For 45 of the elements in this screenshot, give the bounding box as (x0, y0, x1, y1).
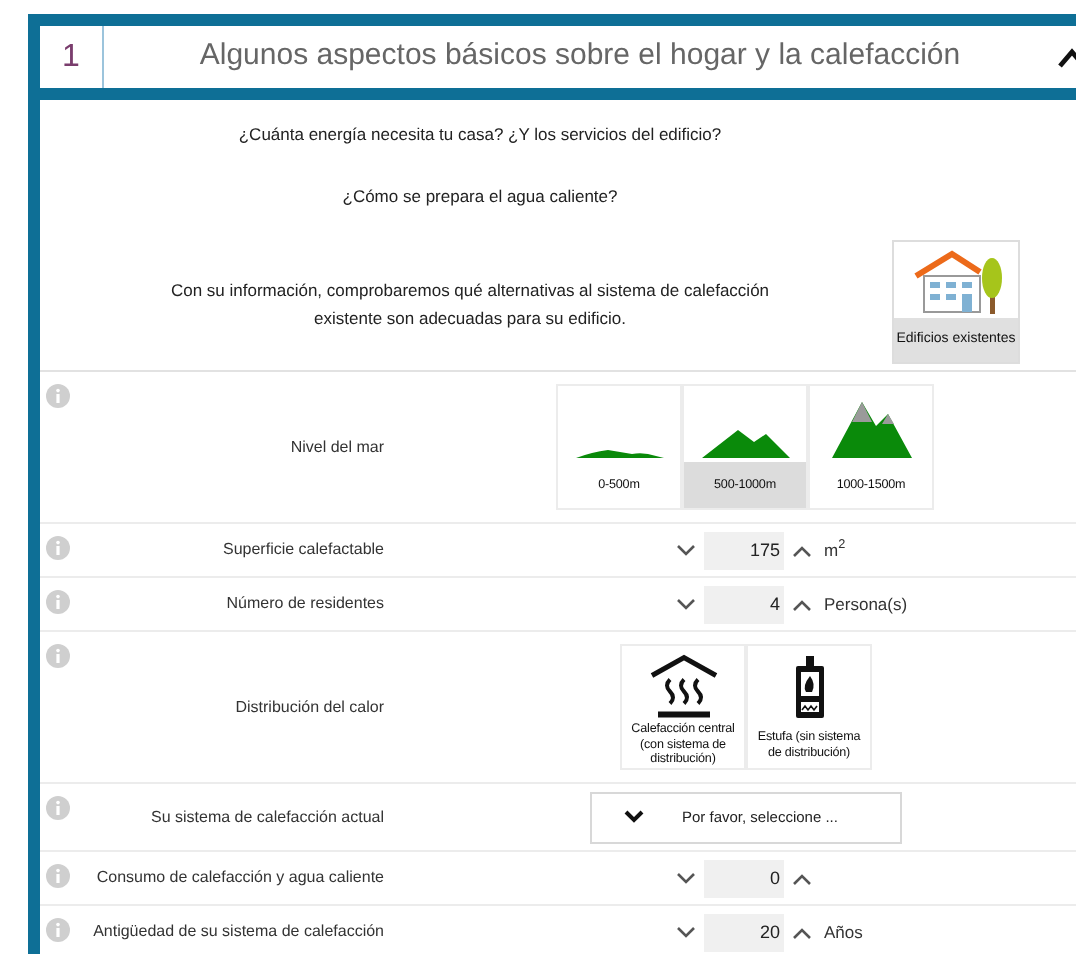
number-field[interactable]: 0 (704, 859, 784, 897)
field-label: Antigüedad de su sistema de calefacción (91, 920, 384, 944)
mountains-icon (831, 402, 911, 458)
field-label: Número de residentes (224, 592, 384, 616)
unit-label: Años (824, 919, 863, 945)
field-label: Superficie calefactable (221, 538, 384, 562)
question-text: ¿Cómo se prepara el agua caliente? (340, 184, 620, 210)
stove-icon (795, 656, 823, 718)
chevron-up-icon (792, 871, 812, 885)
chevron-up-icon (792, 543, 812, 557)
decrease-button[interactable] (676, 922, 696, 942)
unit-label: Persona(s) (824, 591, 908, 617)
decrease-button[interactable] (676, 594, 696, 614)
decrease-button[interactable] (676, 540, 696, 560)
info-icon (46, 644, 70, 668)
radiant-heat-icon (649, 654, 717, 718)
info-icon (46, 796, 70, 820)
field-label: Consumo de calefacción y agua caliente (94, 866, 384, 890)
info-icon (46, 864, 70, 888)
chevron-down-icon (676, 871, 696, 885)
chevron-down-icon (676, 597, 696, 611)
hills-icon (575, 448, 663, 458)
info-icon (46, 384, 70, 408)
section-title: Algunos aspectos básicos sobre el hogar y la calefacción (197, 36, 963, 77)
info-text: Con su información, comprobaremos qué alternativas al sistema de calefacción existente son adecuadas para su edificio. (168, 278, 772, 332)
chevron-down-icon (624, 810, 644, 824)
unit-label: m$^{2}$ (824, 537, 846, 563)
decrease-button[interactable] (676, 868, 696, 888)
hills-icon (701, 430, 789, 458)
question-text: ¿Cuánta energía necesita tu casa? ¿Y los servicios del edificio? (236, 122, 724, 148)
number-field[interactable]: 20 (704, 913, 784, 951)
info-icon (46, 536, 70, 560)
field-label: Nivel del mar (288, 435, 384, 459)
chevron-down-icon (676, 925, 696, 939)
section-number: 1 (40, 26, 104, 88)
number-field[interactable]: 4 (704, 585, 784, 623)
house-icon (908, 248, 1004, 316)
number-field[interactable]: 175 (704, 531, 784, 569)
info-icon (46, 590, 70, 614)
info-icon (46, 918, 70, 942)
field-label: Distribución del calor (233, 695, 384, 719)
field-label: Su sistema de calefacción actual (148, 805, 384, 829)
chevron-down-icon (676, 543, 696, 557)
chevron-up-icon (792, 925, 812, 939)
chevron-up-icon (792, 597, 812, 611)
